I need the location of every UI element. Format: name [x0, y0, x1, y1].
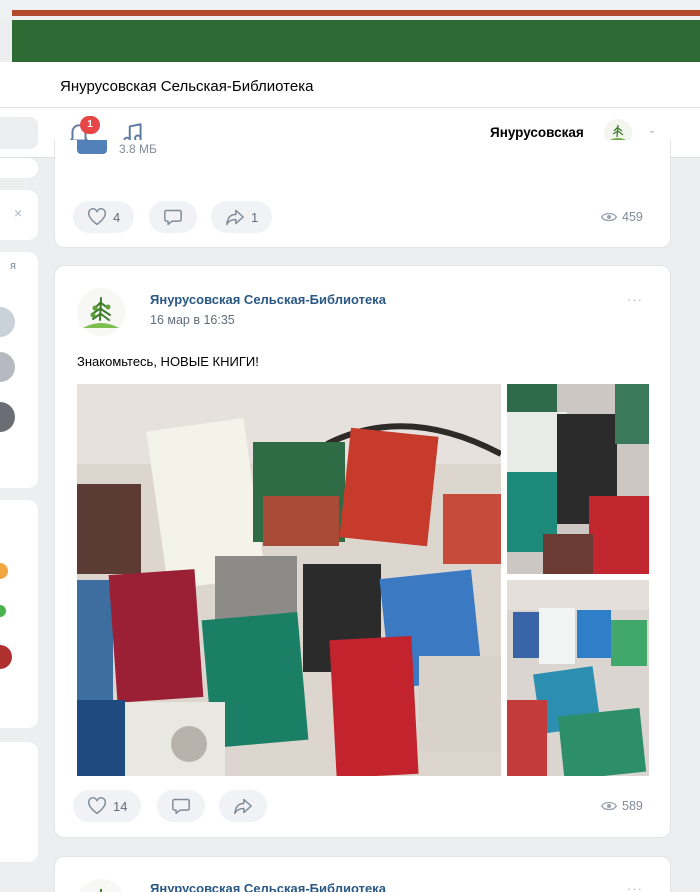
- left-fragment-text: я: [10, 260, 16, 272]
- left-block-1: [0, 158, 38, 178]
- eye-icon: [601, 212, 617, 222]
- post-photo-main[interactable]: [77, 384, 501, 776]
- post: Янурусовская Сельская-Библиотека 16 мар …: [54, 265, 671, 838]
- group-avatar[interactable]: [77, 288, 125, 336]
- document-icon[interactable]: [77, 140, 107, 154]
- post-next: Янурусовская Сельская-Библиотека ···: [54, 856, 671, 892]
- notification-badge: 1: [80, 116, 100, 134]
- views-counter: 589: [601, 799, 643, 813]
- heart-icon: [88, 208, 106, 226]
- user-name[interactable]: Янурусовская: [490, 125, 584, 140]
- heart-icon: [88, 797, 106, 815]
- group-title: Янурусовская Сельская-Библиотека: [60, 78, 314, 95]
- like-button[interactable]: 4: [73, 201, 135, 233]
- comment-icon: [164, 209, 182, 226]
- left-block-5: [0, 742, 38, 862]
- search-input[interactable]: [0, 117, 38, 149]
- share-count: 1: [251, 209, 259, 225]
- post-photo-2[interactable]: [507, 384, 649, 574]
- comment-button[interactable]: [157, 790, 205, 822]
- comment-button[interactable]: [149, 201, 197, 233]
- post-text: Знакомьтесь, НОВЫЕ КНИГИ!: [77, 354, 259, 369]
- left-block-2: ×: [0, 190, 38, 240]
- views-count: 589: [622, 799, 643, 813]
- cover-banner: [12, 20, 700, 62]
- left-icons-fragments: [0, 563, 12, 669]
- books-photo-3: [507, 580, 649, 776]
- post-author[interactable]: Янурусовская Сельская-Библиотека: [150, 881, 386, 892]
- post-photo-3[interactable]: [507, 580, 649, 776]
- more-icon[interactable]: ···: [627, 881, 643, 892]
- views-count: 459: [622, 210, 643, 224]
- share-icon: [234, 798, 252, 815]
- share-icon: [226, 209, 244, 226]
- doc-size: 3.8 МБ: [119, 142, 157, 156]
- left-avatar-fragments: [0, 307, 15, 432]
- post-date[interactable]: 16 мар в 16:35: [150, 313, 235, 327]
- more-icon[interactable]: ···: [627, 292, 643, 307]
- post-prev: 3.8 МБ 4 1 459: [54, 140, 671, 248]
- books-photo-2: [507, 384, 649, 574]
- chevron-down-icon[interactable]: ⌄: [648, 125, 656, 136]
- eye-icon: [601, 801, 617, 811]
- group-title-bar: Янурусовская Сельская-Библиотека: [0, 62, 700, 108]
- share-button[interactable]: 1: [211, 201, 273, 233]
- like-button[interactable]: 14: [73, 790, 142, 822]
- left-block-4: [0, 500, 38, 728]
- post-author[interactable]: Янурусовская Сельская-Библиотека: [150, 292, 386, 307]
- comment-icon: [172, 798, 190, 815]
- red-stripe: [12, 10, 700, 16]
- top-stripe: [0, 0, 700, 22]
- group-avatar[interactable]: [77, 879, 125, 892]
- like-count: 14: [113, 798, 128, 814]
- share-button[interactable]: [219, 790, 267, 822]
- books-photo-main: [77, 384, 501, 776]
- views-counter: 459: [601, 210, 643, 224]
- left-block-3: я: [0, 252, 38, 488]
- like-count: 4: [113, 209, 121, 225]
- close-icon[interactable]: ×: [14, 205, 22, 221]
